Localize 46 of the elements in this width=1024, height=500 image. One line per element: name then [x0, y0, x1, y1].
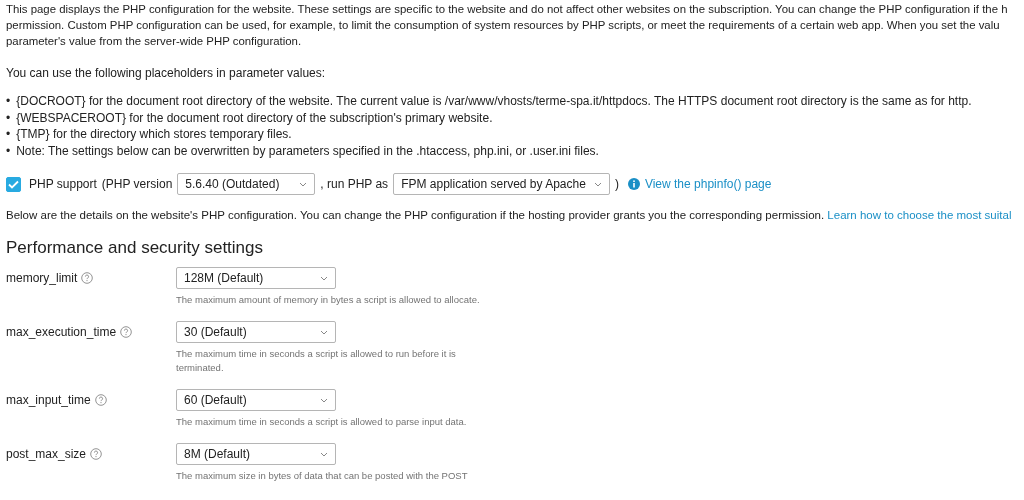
php-version-dropdown[interactable]: 5.6.40 (Outdated)	[177, 173, 316, 195]
bullet-marker: •	[6, 126, 11, 143]
bullet-marker: •	[6, 109, 11, 126]
intro-text: parameter's value from the server-wide PHP configuration.	[6, 34, 303, 49]
help-icon[interactable]	[81, 272, 94, 284]
phpinfo-link[interactable]: View the phpinfo() page	[644, 176, 772, 192]
details-text: Below are the details on the website's PHP configuration. You can change the PHP configuration if the hosting provider grants you the corresponding permission.	[6, 209, 825, 221]
setting-label: max_execution_time	[6, 324, 117, 340]
setting-dropdown[interactable]: 128M (Default)	[176, 267, 336, 289]
run-as-label: , run PHP as	[320, 176, 389, 192]
php-support-checkbox[interactable]	[6, 176, 21, 192]
setting-label: memory_limit	[6, 270, 78, 286]
placeholder-item: {TMP} for the directory which stores temporary files.	[16, 126, 292, 143]
placeholder-item: {DOCROOT} for the document root directory of the website. The current value is /var/www/vhosts/terme-spa.it/httpdocs. The HTTPS document root directory is the same as for http.	[16, 93, 972, 110]
placeholders-intro: You can use the following placeholders in parameter values:	[6, 65, 327, 81]
help-link[interactable]: Learn how to choose the most suital	[827, 209, 1012, 221]
setting-label: post_max_size	[6, 446, 87, 462]
caret-icon	[320, 275, 328, 281]
info-icon	[627, 178, 640, 190]
caret-icon	[320, 451, 328, 457]
checkbox-label: PHP support	[29, 176, 97, 192]
placeholder-item: {WEBSPACEROOT} for the document root directory of the subscription's primary website.	[16, 109, 493, 126]
setting-description: The maximum size in bytes of data that can be posted with the POST	[176, 469, 469, 483]
bullet-marker: •	[6, 93, 11, 110]
version-label: (PHP version	[101, 176, 173, 192]
setting-dropdown[interactable]: 8M (Default)	[176, 443, 336, 465]
setting-description: The maximum time in seconds a script is allowed to parse input data.	[176, 415, 468, 429]
help-icon[interactable]	[94, 394, 107, 406]
run-php-as-dropdown[interactable]: FPM application served by Apache	[393, 173, 610, 195]
help-icon[interactable]	[120, 326, 133, 338]
setting-dropdown[interactable]: 30 (Default)	[176, 321, 336, 343]
caret-icon	[299, 181, 308, 187]
help-icon[interactable]	[90, 448, 103, 460]
setting-label: max_input_time	[6, 392, 91, 408]
caret-icon	[320, 397, 328, 403]
setting-dropdown[interactable]: 60 (Default)	[176, 389, 336, 411]
bullet-marker: •	[6, 142, 11, 159]
placeholder-item: Note: The settings below can be overwritten by parameters specified in the .htaccess, php.ini, or .user.ini files.	[16, 142, 599, 159]
setting-description: The maximum amount of memory in bytes a script is allowed to allocate.	[176, 293, 481, 307]
setting-description: The maximum time in seconds a script is allowed to run before it is terminated.	[176, 347, 457, 375]
section-title: Performance and security settings	[6, 237, 264, 259]
caret-icon	[593, 181, 602, 187]
caret-icon	[320, 329, 328, 335]
intro-text: This page displays the PHP configuration for the website. These settings are specific to the website and do not affect other websites on the subscription. You can change the PHP configuration if the h	[6, 2, 1009, 17]
intro-text: permission. Custom PHP configuration can be used, for example, to limit the consumption of system resources by PHP scripts, or meet the requirements of a certain web app. When you set the valu	[6, 18, 1001, 33]
paren-text: )	[614, 176, 619, 192]
